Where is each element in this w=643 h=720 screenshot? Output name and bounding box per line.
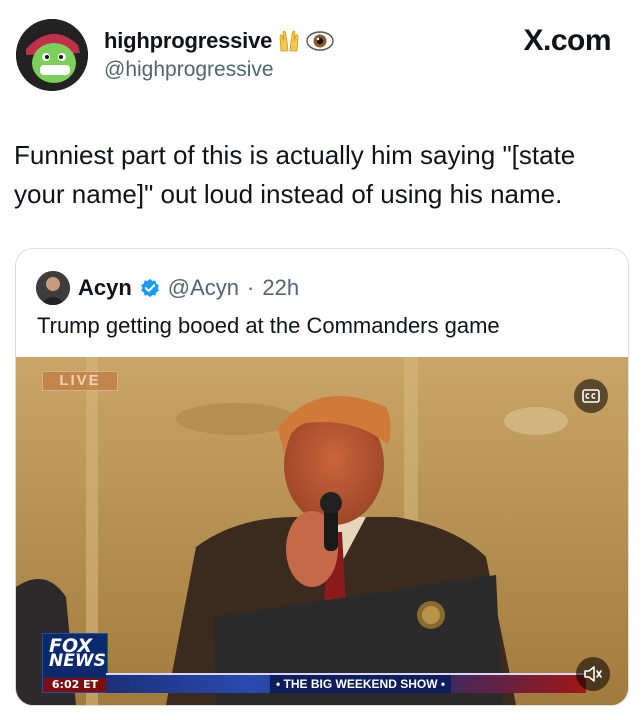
- video-player[interactable]: LIVE FOX NEWS 6:02 ET • THE BIG WEEKEND …: [16, 357, 628, 705]
- closed-captions-icon: [582, 389, 600, 403]
- show-banner: • THE BIG WEEKEND SHOW •: [106, 673, 586, 693]
- network-line-2: NEWS: [49, 651, 106, 671]
- author-handle[interactable]: @highprogressive: [104, 58, 334, 82]
- show-title: • THE BIG WEEKEND SHOW •: [270, 675, 452, 693]
- quoted-author-avatar[interactable]: [36, 271, 70, 305]
- author-avatar[interactable]: [16, 19, 88, 91]
- quoted-author-name[interactable]: Acyn: [78, 275, 132, 301]
- author-name[interactable]: highprogressive: [104, 28, 272, 54]
- quoted-timestamp[interactable]: 22h: [262, 275, 299, 301]
- live-label: LIVE: [42, 371, 118, 391]
- broadcast-clock: 6:02 ET: [43, 678, 107, 692]
- eye-icon: [306, 30, 334, 52]
- fox-news-logo: FOX NEWS 6:02 ET: [42, 633, 108, 693]
- quoted-tweet-card[interactable]: Acyn @Acyn · 22h Trump getting booed at …: [15, 248, 629, 706]
- cartoon-avatar-icon: [16, 19, 88, 91]
- x-watermark: X.com: [523, 24, 611, 57]
- quoted-author-handle[interactable]: @Acyn: [168, 275, 239, 301]
- volume-icon: [584, 666, 602, 682]
- verified-badge-icon: [140, 278, 159, 298]
- profile-photo-icon: [36, 271, 70, 305]
- raised-hands-icon: [278, 29, 300, 53]
- quoted-tweet-header: Acyn @Acyn · 22h: [36, 271, 299, 305]
- closed-captions-button[interactable]: [574, 379, 608, 413]
- separator-dot: ·: [247, 275, 255, 300]
- volume-button[interactable]: [576, 657, 610, 691]
- tweet-text: Funniest part of this is actually him sa…: [14, 140, 576, 209]
- quoted-tweet-text: Trump getting booed at the Commanders ga…: [37, 313, 500, 338]
- author-block: highprogressive @highprogressive: [104, 28, 334, 82]
